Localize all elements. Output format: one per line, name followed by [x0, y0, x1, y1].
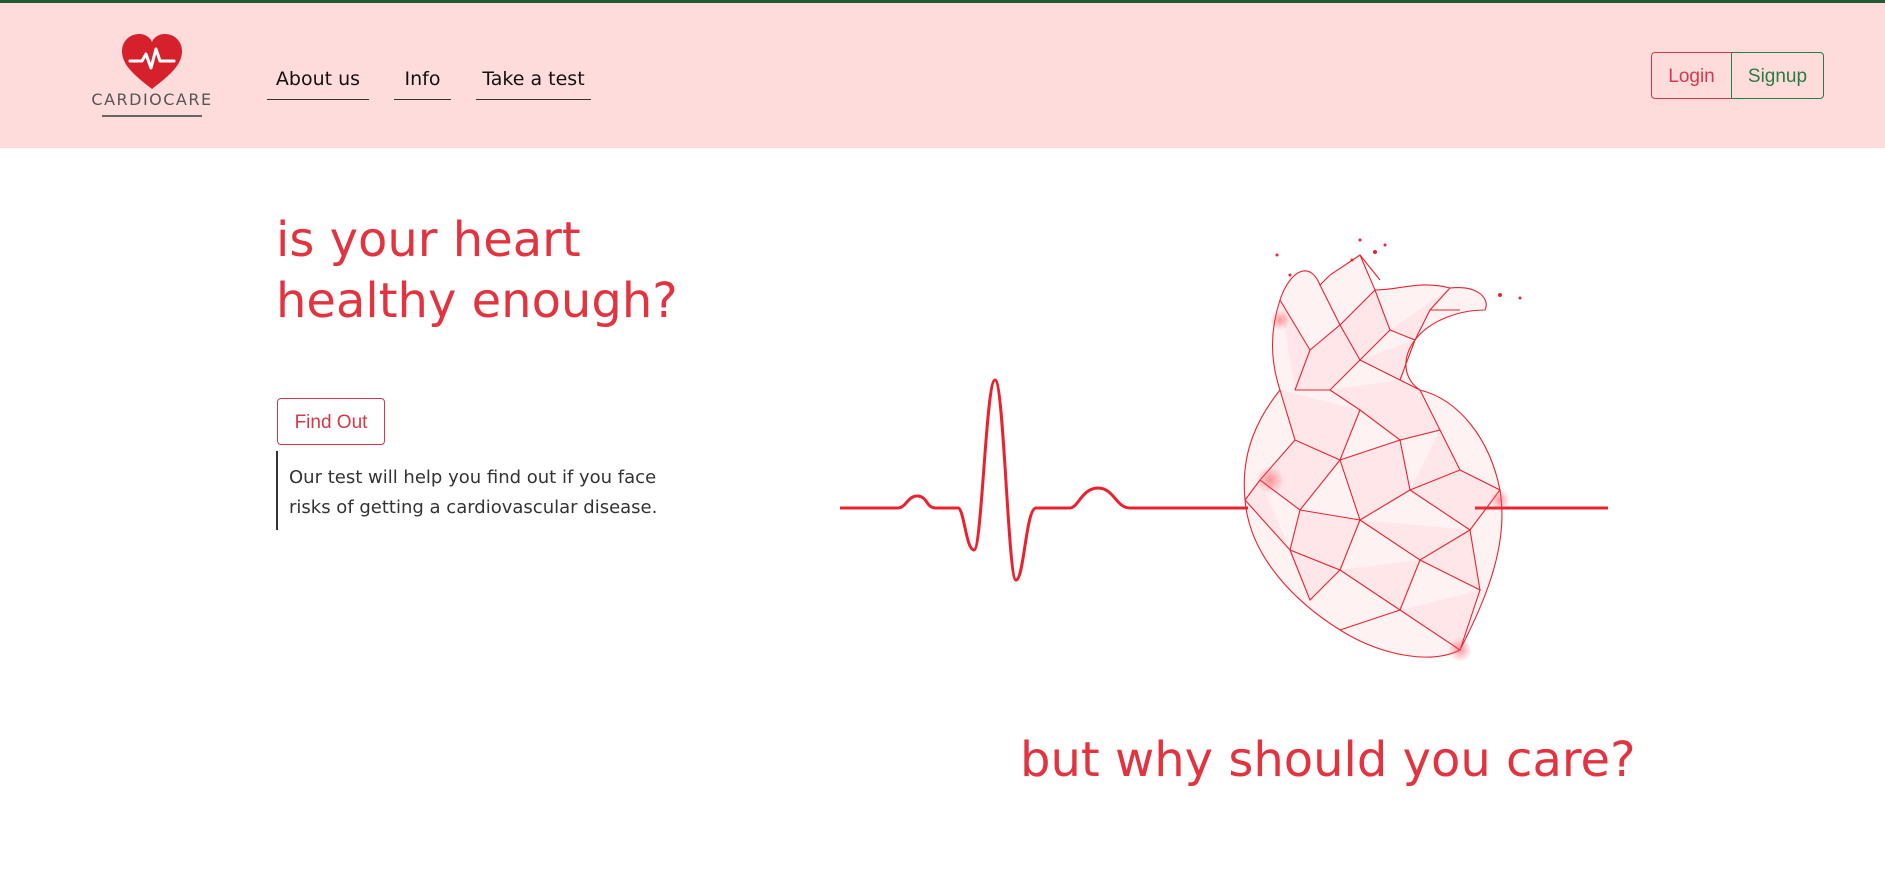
cardiocare-logo[interactable]: CARDIOCARE [86, 33, 218, 123]
why-care-heading: but why should you care? [1020, 732, 1636, 788]
nav-info[interactable]: Info [394, 51, 451, 100]
nav-take-a-test[interactable]: Take a test [476, 51, 591, 100]
hero-description-text: Our test will help you find out if you f… [289, 463, 689, 523]
signup-button[interactable]: Signup [1731, 52, 1824, 99]
login-button[interactable]: Login [1651, 52, 1732, 99]
hero-title-line-1: is your heart [276, 212, 581, 268]
hero-title: is your heart healthy enough? [276, 210, 716, 332]
navbar: CARDIOCARE About us Info Take a test Log… [0, 3, 1885, 148]
find-out-button[interactable]: Find Out [277, 398, 385, 445]
heart-ecg-illustration [840, 230, 1620, 674]
hero-title-line-2: healthy enough? [276, 273, 678, 329]
logo-underline [102, 115, 202, 117]
heart-pulse-icon [122, 34, 182, 89]
logo-text: CARDIOCARE [91, 90, 213, 109]
low-poly-heart-icon [840, 238, 1608, 662]
hero-description: Our test will help you find out if you f… [276, 451, 676, 530]
hero-description-line-2: risks of getting a cardiovascular diseas… [289, 497, 658, 518]
hero-description-line-1: Our test will help you find out if you f… [289, 467, 657, 488]
nav-about-us[interactable]: About us [267, 51, 369, 100]
